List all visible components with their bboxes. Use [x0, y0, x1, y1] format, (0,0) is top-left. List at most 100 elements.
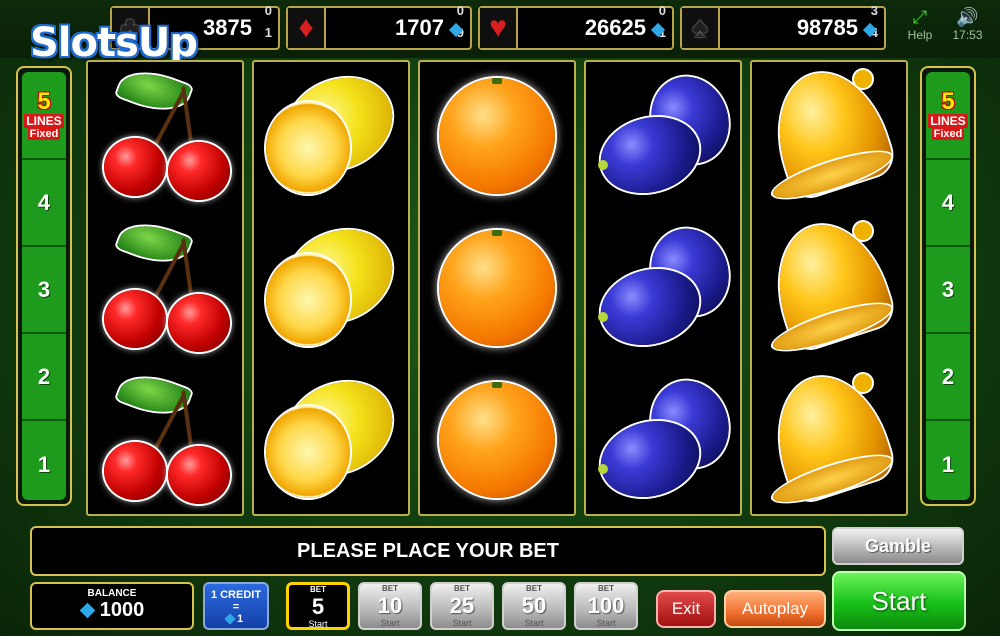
cherry-shape	[168, 446, 230, 504]
credit-label: 1 CREDIT	[210, 589, 262, 601]
orange-shape	[439, 78, 555, 194]
bet-value: 25	[449, 593, 475, 618]
orange-symbol	[420, 366, 574, 514]
start-button[interactable]: Start	[832, 571, 966, 631]
gamble-label: Gamble	[864, 536, 932, 556]
bet-sub: Start	[452, 618, 472, 628]
sound-button[interactable]: 🔊 17:53	[945, 6, 990, 42]
bet-sub: Start	[524, 618, 544, 628]
autoplay-label: Autoplay	[741, 599, 809, 618]
bet-sub: Start	[380, 618, 400, 628]
jackpot-value: 1707	[395, 15, 444, 40]
balance-display: BALANCE 1000	[30, 582, 194, 630]
cherry-shape	[104, 138, 166, 196]
gem-icon	[224, 613, 236, 625]
plum-symbol	[586, 62, 740, 212]
orange-symbol	[420, 62, 574, 212]
orange-stem-shape	[492, 382, 502, 388]
gamble-button[interactable]: Gamble	[832, 527, 964, 565]
line-number: 2	[926, 334, 970, 421]
lines-panel-left: 5 LINES Fixed 4 3 2 1	[16, 66, 72, 506]
help-button[interactable]: ⤢ Help	[900, 6, 940, 42]
lines-indicator: 5 LINES Fixed	[926, 72, 970, 160]
exit-button[interactable]: Exit	[656, 590, 716, 628]
help-label: Help	[907, 28, 933, 42]
jackpot-value: 3875	[203, 15, 252, 40]
bet-value: 10	[377, 593, 403, 618]
bet-value: 5	[311, 594, 325, 619]
bet-value: 50	[521, 593, 547, 618]
lemon-half-shape	[266, 102, 350, 194]
speaker-icon: 🔊	[956, 7, 979, 27]
cherries-symbol	[88, 366, 242, 514]
cherry-shape	[168, 294, 230, 352]
orange-stem-shape	[492, 78, 502, 84]
bell-symbol	[752, 210, 906, 364]
balance-label: BALANCE	[87, 588, 137, 599]
jackpot-diamonds: ♦ 1707 0 9	[286, 3, 472, 50]
line-number: 3	[22, 247, 66, 334]
jackpot-digit-top: 0	[264, 3, 272, 18]
line-number: 3	[926, 247, 970, 334]
line-number: 4	[22, 160, 66, 247]
bet-10-button[interactable]: BET 10 Start	[358, 582, 422, 630]
autoplay-button[interactable]: Autoplay	[724, 590, 826, 628]
bet-25-button[interactable]: BET 25 Start	[430, 582, 494, 630]
orange-shape	[439, 382, 555, 498]
balance-value: 1000	[99, 599, 145, 621]
jackpot-digit-bottom: 1	[264, 25, 272, 40]
line-number: 4	[926, 160, 970, 247]
line-number: 1	[941, 451, 955, 477]
cherry-shape	[104, 290, 166, 348]
lines-count: 5	[941, 88, 955, 115]
plum-tip-shape	[598, 160, 608, 170]
hearts-icon: ♥	[480, 8, 518, 48]
bell-symbol	[752, 62, 906, 212]
orange-shape	[439, 230, 555, 346]
bell-top-shape	[854, 374, 872, 392]
bet-value: 100	[587, 593, 625, 618]
jackpot-hearts: ♥ 26625 0 1	[478, 3, 674, 50]
diamonds-icon: ♦	[288, 8, 326, 48]
jackpot-value: 98785	[796, 15, 858, 40]
jackpot-digit-top: 0	[658, 3, 666, 18]
bet-100-button[interactable]: BET 100 Start	[574, 582, 638, 630]
plum-symbol	[586, 214, 740, 364]
lemon-symbol	[254, 364, 408, 514]
plum-tip-shape	[598, 464, 608, 474]
bell-top-shape	[854, 222, 872, 240]
reel-2	[252, 60, 410, 516]
message-bar: PLEASE PLACE YOUR BET	[30, 526, 826, 576]
reel-5	[750, 60, 908, 516]
bell-symbol	[752, 362, 906, 514]
lines-fixed: Fixed	[931, 128, 965, 140]
cherry-shape	[168, 142, 230, 200]
line-number: 2	[22, 334, 66, 421]
orange-symbol	[420, 214, 574, 364]
status-message: PLEASE PLACE YOUR BET	[297, 539, 559, 562]
lines-word: LINES	[24, 114, 64, 128]
jackpot-spades: ♠ 98785 3 4	[680, 3, 886, 50]
lines-count: 5	[37, 88, 51, 115]
credit-value: 1	[236, 613, 244, 625]
reel-1	[86, 60, 244, 516]
lemon-half-shape	[266, 254, 350, 346]
lemon-symbol	[254, 212, 408, 364]
plum-symbol	[586, 366, 740, 514]
bell-top-shape	[854, 70, 872, 88]
orange-stem-shape	[492, 230, 502, 236]
exit-label: Exit	[671, 599, 701, 618]
credit-equals: =	[232, 601, 240, 613]
gem-icon	[79, 602, 96, 619]
lines-word: LINES	[928, 114, 968, 128]
bet-5-button[interactable]: BET 5 Start	[286, 582, 350, 630]
jackpot-digit-top: 3	[870, 3, 878, 18]
bet-sub: Start	[308, 619, 328, 629]
bet-sub: Start	[596, 618, 616, 628]
lines-fixed: Fixed	[27, 128, 61, 140]
credit-value-button[interactable]: 1 CREDIT = 1	[203, 582, 269, 630]
reel-4	[584, 60, 742, 516]
bet-50-button[interactable]: BET 50 Start	[502, 582, 566, 630]
cherries-symbol	[88, 214, 242, 364]
reel-3	[418, 60, 576, 516]
